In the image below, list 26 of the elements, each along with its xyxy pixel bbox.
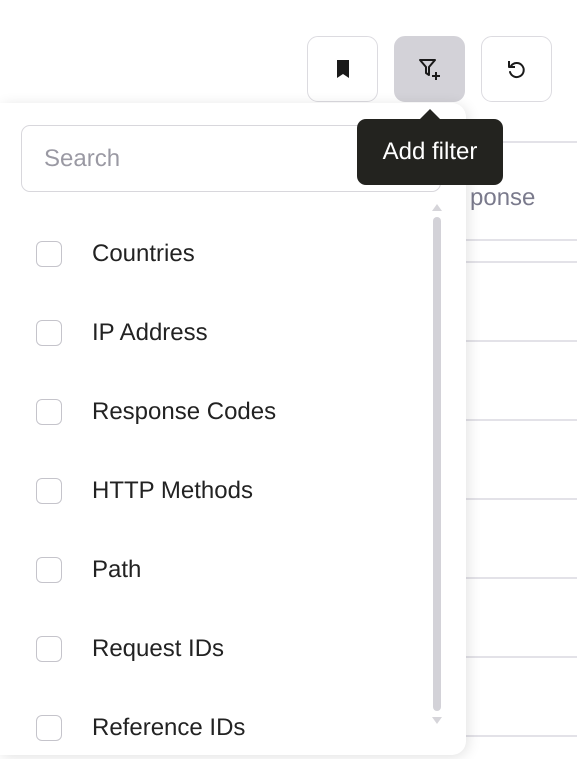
filter-option[interactable]: Reference IDs	[92, 714, 246, 742]
tooltip-tail	[420, 109, 440, 119]
scroll-up-icon[interactable]	[432, 204, 442, 211]
filter-option[interactable]: Response Codes	[92, 398, 276, 426]
checkbox[interactable]	[36, 240, 62, 266]
filter-option[interactable]: Countries	[92, 240, 195, 268]
checkbox[interactable]	[36, 556, 62, 582]
bookmark-icon	[336, 59, 350, 79]
checkbox[interactable]	[36, 636, 62, 662]
refresh-button[interactable]	[481, 36, 552, 102]
scroll-down-icon[interactable]	[432, 717, 442, 724]
bookmark-button[interactable]	[307, 36, 378, 102]
filter-plus-icon	[418, 57, 442, 81]
filter-option[interactable]: Request IDs	[92, 634, 224, 662]
tooltip: Add filter	[357, 119, 503, 185]
checkbox[interactable]	[36, 320, 62, 346]
scrollbar[interactable]	[432, 204, 442, 724]
checkbox[interactable]	[36, 478, 62, 504]
checkbox[interactable]	[36, 398, 62, 424]
refresh-icon	[506, 58, 528, 80]
filter-option[interactable]: Path	[92, 556, 142, 584]
filter-option[interactable]: HTTP Methods	[92, 476, 253, 504]
column-header: ponse	[470, 184, 536, 212]
filter-option[interactable]: IP Address	[92, 318, 208, 346]
add-filter-button[interactable]	[394, 36, 465, 102]
checkbox[interactable]	[36, 714, 62, 740]
